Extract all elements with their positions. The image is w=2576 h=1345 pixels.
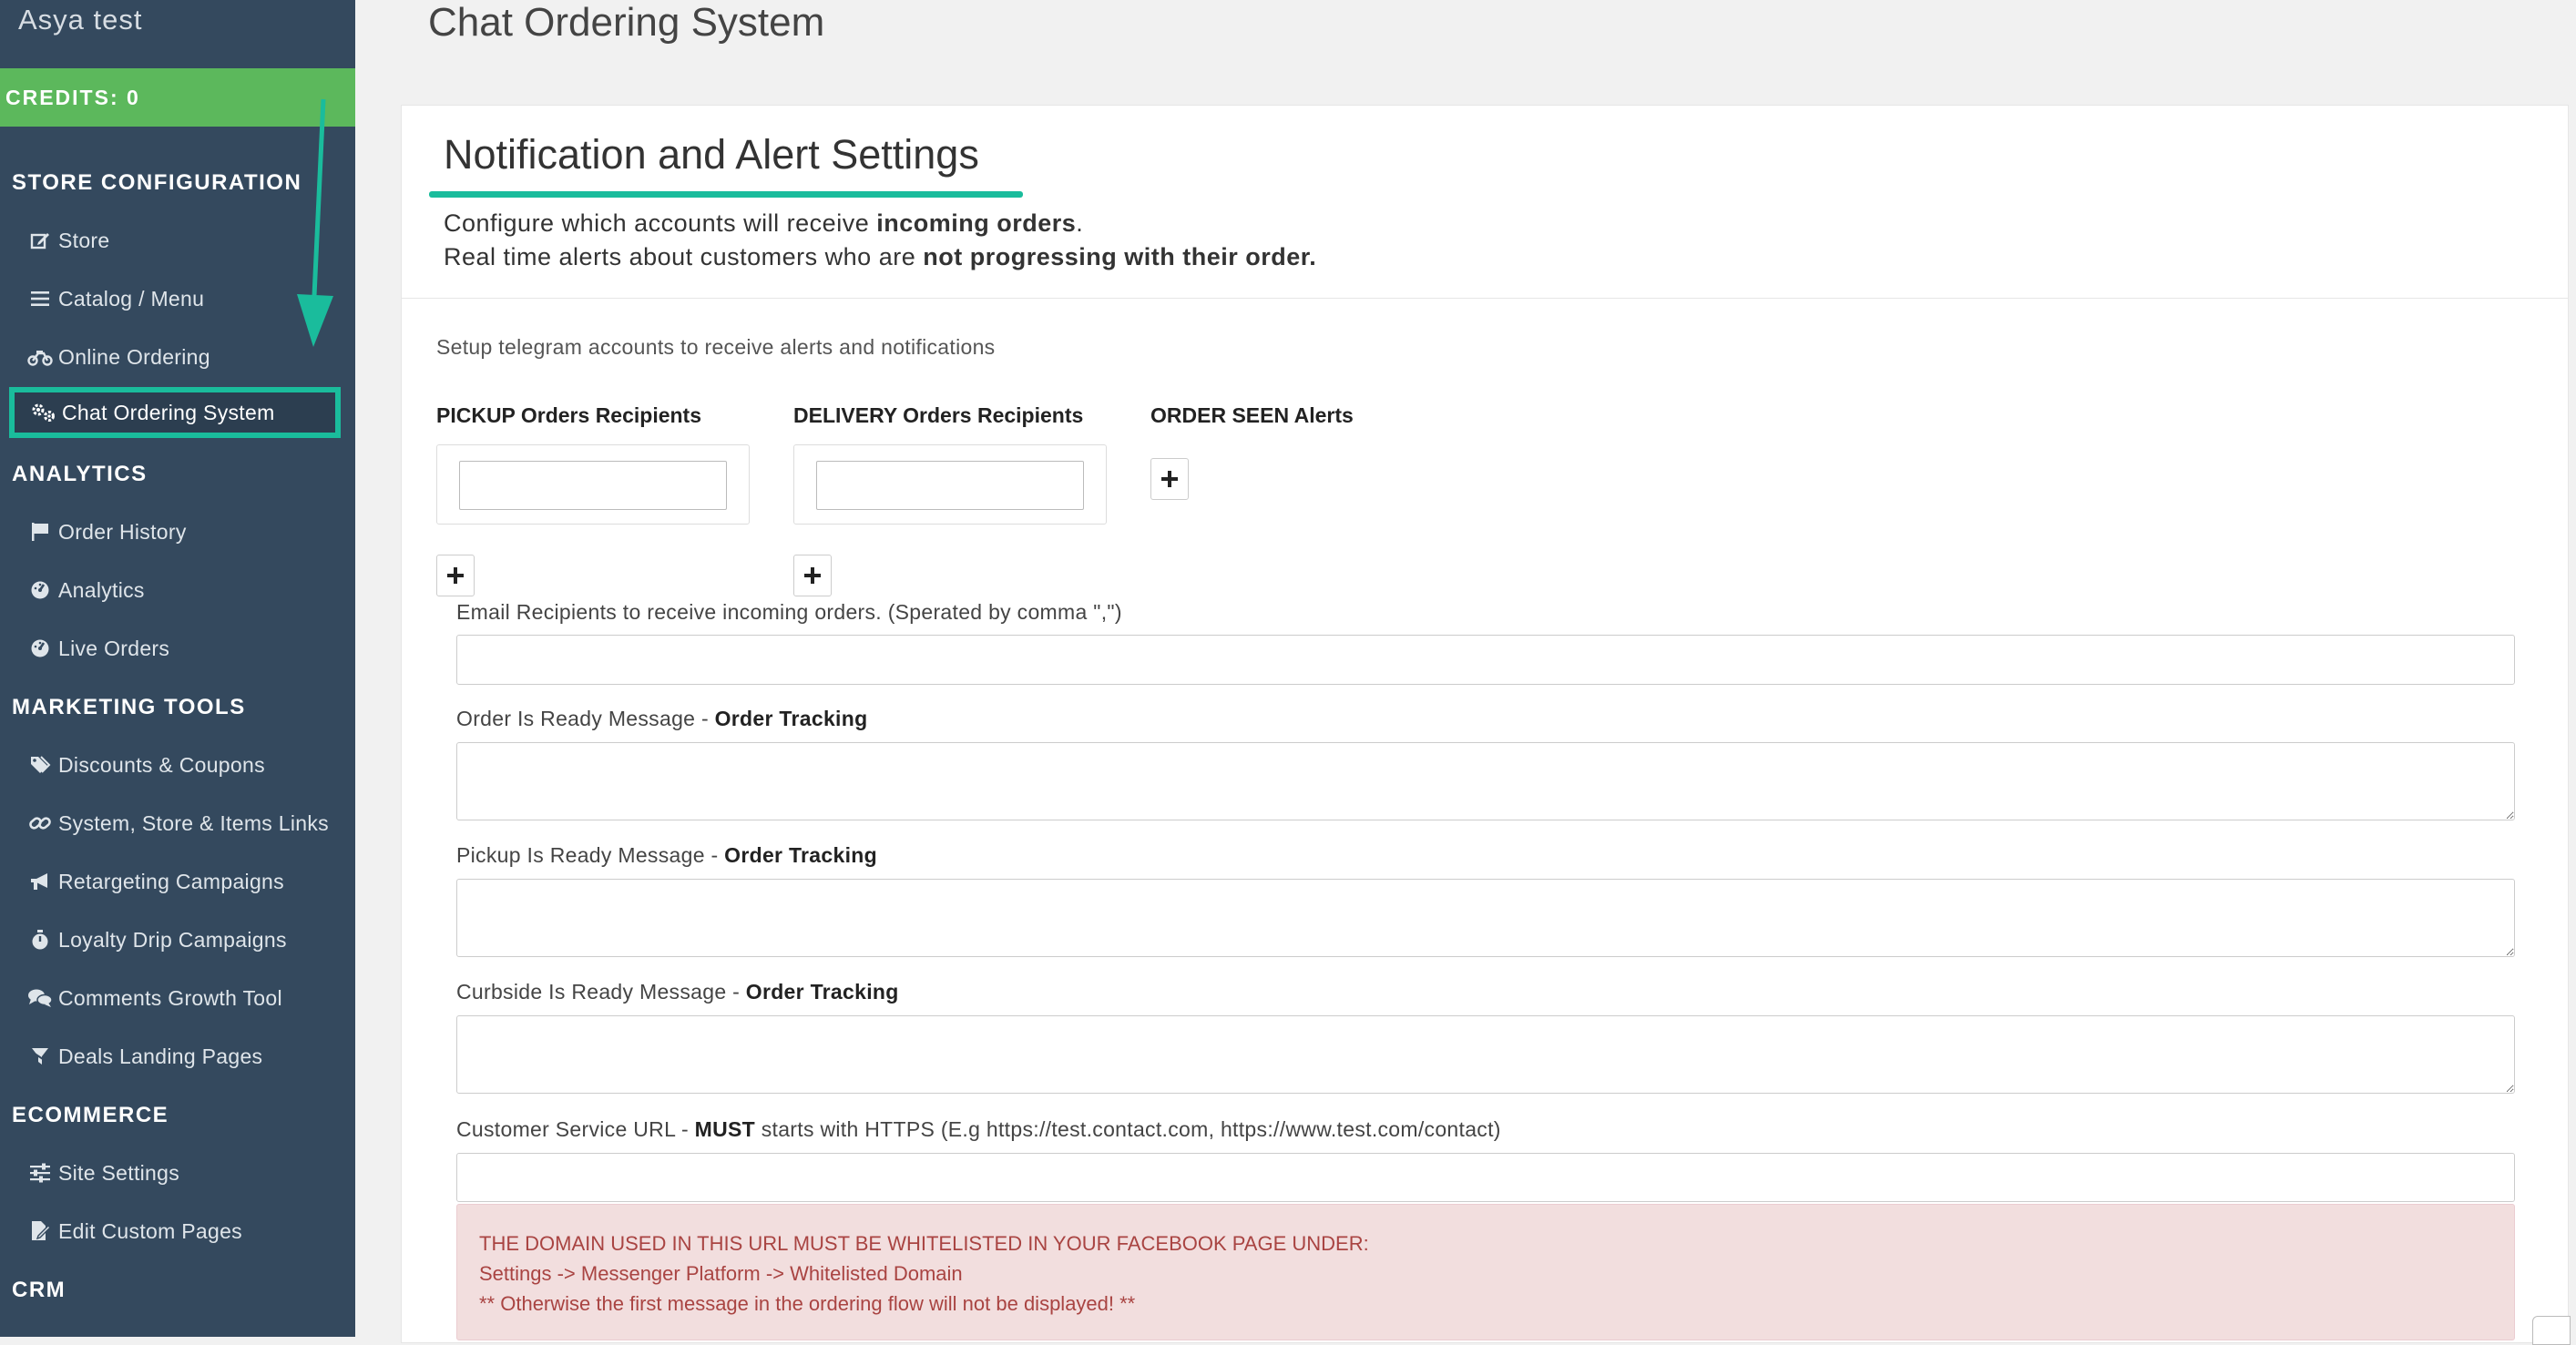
order-ready-message-textarea[interactable] <box>456 742 2515 820</box>
section-store-configuration: STORE CONFIGURATION <box>12 170 302 195</box>
account-name: Asya test <box>18 4 143 36</box>
sidebar-item-site-settings[interactable]: Site Settings <box>27 1152 179 1194</box>
section-crm: CRM <box>12 1278 66 1302</box>
setup-telegram-text: Setup telegram accounts to receive alert… <box>436 335 996 359</box>
sidebar-item-system-store-items-links[interactable]: System, Store & Items Links <box>27 802 329 844</box>
email-recipients-label: Email Recipients to receive incoming ord… <box>456 600 1122 624</box>
order-seen-alerts-label: ORDER SEEN Alerts <box>1150 403 1354 427</box>
alert-line-3: ** Otherwise the first message in the or… <box>479 1292 1136 1315</box>
motorcycle-icon <box>27 348 53 366</box>
sidebar-item-catalog-menu[interactable]: Catalog / Menu <box>27 278 204 320</box>
flag-icon <box>27 522 53 542</box>
sidebar-item-label: Live Orders <box>58 637 170 660</box>
section-analytics: ANALYTICS <box>12 462 148 486</box>
sidebar-item-label: Store <box>58 229 110 252</box>
sidebar-item-edit-custom-pages[interactable]: Edit Custom Pages <box>27 1210 242 1252</box>
plus-icon <box>1161 471 1178 487</box>
email-recipients-input[interactable] <box>456 635 2515 685</box>
sidebar-item-retargeting-campaigns[interactable]: Retargeting Campaigns <box>27 861 284 902</box>
pickup-ready-message-label: Pickup Is Ready Message - Order Tracking <box>456 843 877 867</box>
cogs-icon <box>31 402 56 423</box>
sidebar-item-label: Deals Landing Pages <box>58 1044 263 1068</box>
sidebar-item-label: Retargeting Campaigns <box>58 870 284 893</box>
customer-service-url-input[interactable] <box>456 1153 2515 1202</box>
file-edit-icon <box>27 1220 53 1242</box>
pickup-recipient-input[interactable] <box>459 461 727 510</box>
sidebar-item-label: Comments Growth Tool <box>58 986 282 1010</box>
panel-description-line2: Real time alerts about customers who are… <box>444 243 1317 270</box>
divider <box>402 298 2568 299</box>
sidebar-item-comments-growth-tool[interactable]: Comments Growth Tool <box>27 977 282 1019</box>
credits-label: CREDITS: <box>5 86 119 109</box>
pickup-recipients-label: PICKUP Orders Recipients <box>436 403 702 427</box>
add-order-seen-recipient-button[interactable] <box>1150 458 1189 500</box>
sidebar-item-label: Order History <box>58 520 187 544</box>
title-underline <box>429 191 1023 198</box>
stopwatch-icon <box>27 929 53 951</box>
section-marketing-tools: MARKETING TOOLS <box>12 695 246 719</box>
sidebar-item-analytics[interactable]: Analytics <box>27 569 145 611</box>
annotation-arrow-icon <box>297 98 333 347</box>
sidebar-item-label: Loyalty Drip Campaigns <box>58 928 287 952</box>
edit-icon <box>27 230 53 250</box>
bullhorn-icon <box>27 871 53 892</box>
dashboard-icon <box>27 580 53 600</box>
add-pickup-recipient-button[interactable] <box>436 555 475 596</box>
tags-icon <box>27 755 53 775</box>
pickup-recipients-box <box>436 444 750 525</box>
alert-line-2: Settings -> Messenger Platform -> Whitel… <box>479 1262 963 1285</box>
sidebar-item-label: Chat Ordering System <box>62 401 275 424</box>
sidebar-item-live-orders[interactable]: Live Orders <box>27 627 169 669</box>
delivery-recipients-label: DELIVERY Orders Recipients <box>793 403 1084 427</box>
link-icon <box>27 813 53 833</box>
comments-icon <box>27 988 53 1008</box>
sidebar-item-chat-ordering-system[interactable]: Chat Ordering System <box>9 387 341 438</box>
panel-title: Notification and Alert Settings <box>444 131 979 178</box>
sidebar-item-label: Site Settings <box>58 1161 180 1185</box>
sliders-icon <box>27 1163 53 1183</box>
page-title: Chat Ordering System <box>428 0 825 45</box>
whitelist-warning-alert: THE DOMAIN USED IN THIS URL MUST BE WHIT… <box>456 1204 2515 1340</box>
curbside-ready-message-label: Curbside Is Ready Message - Order Tracki… <box>456 980 899 1004</box>
credits-value: 0 <box>127 86 140 109</box>
section-ecommerce: ECOMMERCE <box>12 1103 169 1127</box>
plus-icon <box>447 567 464 584</box>
dashboard-icon <box>27 638 53 658</box>
scroll-corner-handle[interactable] <box>2532 1316 2571 1345</box>
sidebar-item-loyalty-drip-campaigns[interactable]: Loyalty Drip Campaigns <box>27 919 287 961</box>
delivery-recipients-box <box>793 444 1107 525</box>
pickup-ready-message-textarea[interactable] <box>456 879 2515 957</box>
sidebar-item-label: System, Store & Items Links <box>58 811 329 835</box>
sidebar-item-label: Edit Custom Pages <box>58 1219 242 1243</box>
plus-icon <box>804 567 821 584</box>
curbside-ready-message-textarea[interactable] <box>456 1015 2515 1094</box>
sidebar-item-label: Analytics <box>58 578 145 602</box>
alert-line-1: THE DOMAIN USED IN THIS URL MUST BE WHIT… <box>479 1232 1369 1255</box>
customer-service-url-label: Customer Service URL - MUST starts with … <box>456 1117 1501 1141</box>
delivery-recipient-input[interactable] <box>816 461 1084 510</box>
sidebar-item-deals-landing-pages[interactable]: Deals Landing Pages <box>27 1035 262 1077</box>
sidebar-item-order-history[interactable]: Order History <box>27 511 187 553</box>
filter-icon <box>27 1046 53 1066</box>
panel-description-line1: Configure which accounts will receive in… <box>444 209 1084 237</box>
order-ready-message-label: Order Is Ready Message - Order Tracking <box>456 707 868 730</box>
list-icon <box>27 290 53 308</box>
sidebar-item-store[interactable]: Store <box>27 219 109 261</box>
sidebar: Asya test CREDITS: 0 STORE CONFIGURATION… <box>0 0 355 1337</box>
add-delivery-recipient-button[interactable] <box>793 555 832 596</box>
sidebar-item-discounts-coupons[interactable]: Discounts & Coupons <box>27 744 265 786</box>
notification-settings-panel: Notification and Alert Settings Configur… <box>401 105 2569 1343</box>
sidebar-item-label: Catalog / Menu <box>58 287 205 311</box>
sidebar-item-online-ordering[interactable]: Online Ordering <box>27 336 210 378</box>
sidebar-item-label: Discounts & Coupons <box>58 753 265 777</box>
sidebar-item-label: Online Ordering <box>58 345 210 369</box>
